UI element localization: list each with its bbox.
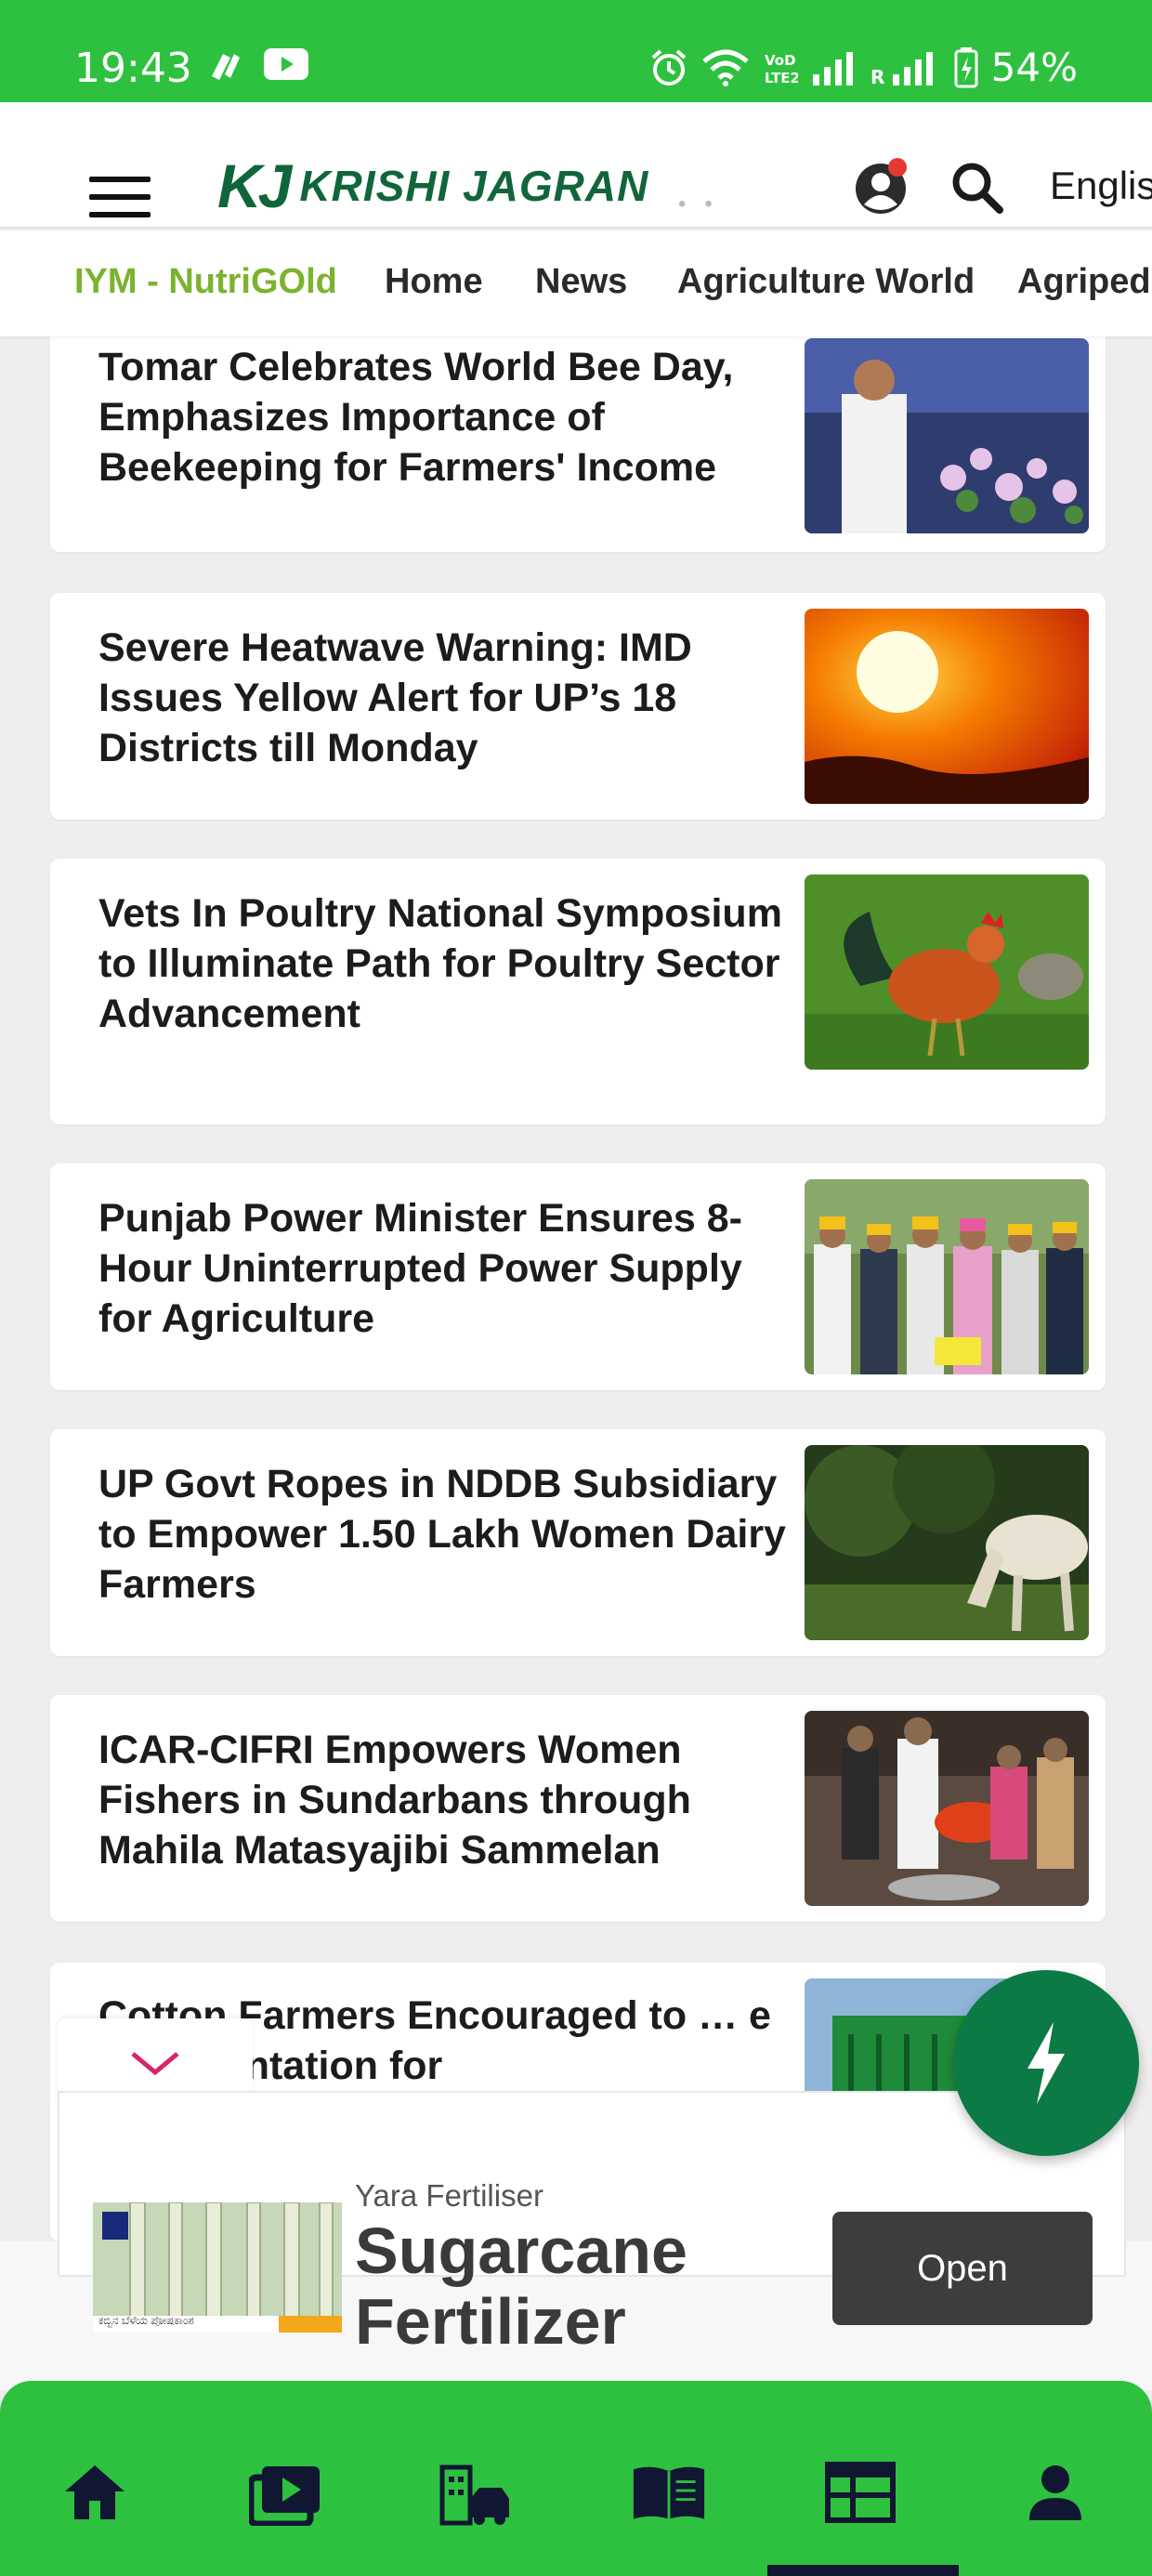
article-title: Punjab Power Minister Ensures 8-Hour Uni… bbox=[98, 1196, 742, 1341]
minister-flowers-photo bbox=[805, 338, 1089, 533]
cow-grazing-photo bbox=[805, 1445, 1089, 1640]
news-feed-icon bbox=[825, 2462, 896, 2523]
tab-agriculture-world[interactable]: Agriculture World bbox=[677, 262, 975, 302]
article-card[interactable]: Severe Heatwave Warning: IMD Issues Yell… bbox=[50, 593, 1106, 820]
pinwheel-icon bbox=[212, 54, 240, 80]
article-title: Vets In Poultry National Symposium to Il… bbox=[98, 891, 782, 1036]
article-card[interactable]: Tomar Celebrates World Bee Day, Emphasiz… bbox=[50, 336, 1106, 552]
notification-dot bbox=[888, 158, 907, 177]
article-thumbnail bbox=[805, 1711, 1089, 1906]
menu-icon[interactable] bbox=[89, 177, 151, 217]
article-title: ICAR-CIFRI Empowers Women Fishers in Sun… bbox=[98, 1728, 691, 1873]
article-thumbnail bbox=[805, 1179, 1089, 1374]
tab-home[interactable]: Home bbox=[385, 262, 483, 302]
ad-headline[interactable]: Sugarcane Fertilizer bbox=[355, 2215, 801, 2357]
svg-text:VoD: VoD bbox=[765, 52, 796, 69]
volte-icon: VoDLTE2 bbox=[765, 52, 798, 86]
wifi-icon bbox=[702, 49, 749, 86]
ad-open-button[interactable]: Open bbox=[832, 2212, 1093, 2325]
ad-image-caption: ಕಬ್ಬಿನ ಬೆಳೆಯ ಪೋಷಕಾಂಶ bbox=[98, 2314, 194, 2327]
article-thumbnail bbox=[805, 338, 1089, 533]
status-time: 19:43 bbox=[74, 45, 192, 92]
ad-sponsor: Yara Fertiliser bbox=[355, 2178, 543, 2213]
active-tab-indicator bbox=[767, 2565, 959, 2576]
logo-text: KRISHI JAGRAN bbox=[299, 162, 649, 210]
article-card[interactable]: Punjab Power Minister Ensures 8-Hour Uni… bbox=[50, 1163, 1106, 1390]
tab-news[interactable]: News bbox=[535, 262, 627, 302]
bottom-nav-news-feed[interactable] bbox=[823, 2455, 897, 2530]
search-icon[interactable] bbox=[949, 160, 1003, 214]
ad-image[interactable]: ಕಬ್ಬಿನ ಬೆಳೆಯ ಪೋಷಕಾಂಶ bbox=[93, 2202, 342, 2333]
bottom-nav-account[interactable] bbox=[1018, 2455, 1093, 2530]
video-icon bbox=[249, 2466, 320, 2526]
article-card[interactable]: UP Govt Ropes in NDDB Subsidiary to Empo… bbox=[50, 1429, 1106, 1656]
bottom-nav bbox=[0, 2381, 1152, 2576]
sugarcane-photo bbox=[93, 2202, 342, 2333]
magazine-icon bbox=[633, 2466, 705, 2519]
article-title: UP Govt Ropes in NDDB Subsidiary to Empo… bbox=[98, 1462, 786, 1607]
chevron-down-icon bbox=[131, 2052, 179, 2076]
signal-icon bbox=[812, 51, 853, 85]
bottom-nav-magazine[interactable] bbox=[632, 2455, 706, 2530]
language-selector[interactable]: English bbox=[1050, 164, 1152, 208]
alarm-icon bbox=[651, 48, 686, 85]
bottom-nav-city[interactable] bbox=[439, 2455, 513, 2530]
news-feed: Tomar Celebrates World Bee Day, Emphasiz… bbox=[0, 336, 1152, 2241]
header-dots: • • bbox=[678, 191, 713, 217]
battery-percent: 54% bbox=[990, 45, 1078, 90]
app-header: KJ KRISHI JAGRAN • • English bbox=[0, 102, 1152, 229]
article-thumbnail bbox=[805, 609, 1089, 804]
article-card[interactable]: ICAR-CIFRI Empowers Women Fishers in Sun… bbox=[50, 1695, 1106, 1922]
lightning-icon bbox=[1028, 2022, 1065, 2104]
krishi-jagran-logo[interactable]: KJ KRISHI JAGRAN bbox=[217, 151, 648, 221]
account-icon bbox=[1029, 2465, 1081, 2520]
home-icon bbox=[65, 2465, 124, 2519]
tab-agripedia[interactable]: Agripedia bbox=[1017, 262, 1152, 302]
article-title: Severe Heatwave Warning: IMD Issues Yell… bbox=[98, 625, 692, 770]
bottom-nav-videos[interactable] bbox=[249, 2455, 323, 2530]
city-icon bbox=[439, 2464, 509, 2526]
bottom-nav-home[interactable] bbox=[58, 2455, 132, 2530]
quick-action-button[interactable] bbox=[953, 1970, 1139, 2156]
battery-icon bbox=[954, 46, 978, 87]
fish-distribution-photo bbox=[805, 1711, 1089, 1906]
svg-text:R: R bbox=[871, 66, 884, 85]
article-thumbnail bbox=[805, 874, 1089, 1070]
youtube-icon bbox=[264, 48, 308, 80]
sun-heat-photo bbox=[805, 609, 1089, 804]
article-thumbnail bbox=[805, 1445, 1089, 1640]
category-tabs: IYM - NutriGOld Home News Agriculture Wo… bbox=[0, 230, 1152, 336]
svg-text:LTE2: LTE2 bbox=[765, 70, 798, 86]
rooster-photo bbox=[805, 874, 1089, 1070]
roaming-signal-icon: R bbox=[871, 51, 933, 85]
logo-mark: KJ bbox=[217, 151, 292, 220]
article-card[interactable]: Vets In Poultry National Symposium to Il… bbox=[50, 859, 1106, 1124]
article-title: Tomar Celebrates World Bee Day, Emphasiz… bbox=[98, 345, 734, 490]
profile-icon[interactable] bbox=[853, 158, 910, 216]
tab-iym-nutrigold[interactable]: IYM - NutriGOld bbox=[74, 262, 337, 302]
status-bar: 19:43 VoD LTE2 R 54% bbox=[0, 0, 1152, 102]
group-turbans-photo bbox=[805, 1179, 1089, 1374]
